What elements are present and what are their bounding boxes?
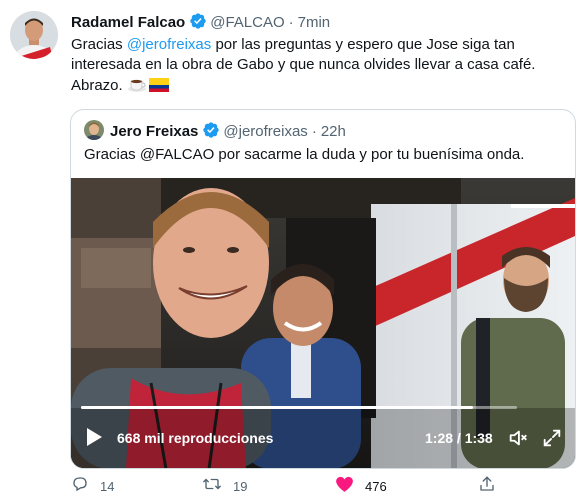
retweet-button[interactable]: 19 <box>202 474 247 498</box>
video-frame <box>71 178 575 468</box>
tweet: Radamel Falcao @FALCAO · 7min Gracias @jero… <box>0 0 584 504</box>
colombia-flag-icon <box>148 78 169 98</box>
share-icon <box>478 475 496 498</box>
quoted-text: Gracias @FALCAO por sacarme la duda y po… <box>84 146 525 163</box>
heart-filled-icon <box>335 475 354 498</box>
verified-badge-icon <box>202 121 220 144</box>
reply-button[interactable]: 14 <box>71 474 114 498</box>
quoted-tweet[interactable]: Jero Freixas @jerofreixas · 22h Gracias @FA… <box>70 109 576 469</box>
quoted-time[interactable]: 22h <box>321 123 346 140</box>
verified-badge-icon <box>189 12 207 35</box>
quoted-author-name[interactable]: Jero Freixas <box>110 123 198 140</box>
video-progress-fill <box>81 406 473 409</box>
volume-muted-icon[interactable] <box>507 427 529 449</box>
tweet-header: Radamel Falcao @FALCAO · 7min <box>71 12 330 35</box>
coffee-icon <box>127 75 147 99</box>
tweet-text-part: Gracias <box>71 36 127 53</box>
play-icon[interactable] <box>85 427 103 447</box>
separator-dot: · <box>288 14 294 31</box>
video-time: 1:28 / 1:38 <box>425 430 493 446</box>
retweet-count: 19 <box>233 478 248 494</box>
video-player[interactable]: 668 mil reproducciones 1:28 / 1:38 <box>71 178 575 468</box>
tweet-actions: 14 19 476 <box>0 474 584 498</box>
fullscreen-icon[interactable] <box>541 427 563 449</box>
author-name[interactable]: Radamel Falcao <box>71 14 185 31</box>
author-avatar[interactable] <box>10 11 58 59</box>
reply-icon <box>71 475 89 498</box>
tweet-text: Gracias @jerofreixas por las preguntas y… <box>71 35 571 99</box>
separator-dot: · <box>311 123 317 140</box>
retweet-icon <box>202 475 222 498</box>
quoted-author-avatar[interactable] <box>84 120 104 140</box>
like-button[interactable]: 476 <box>335 474 387 498</box>
like-count: 476 <box>365 478 387 494</box>
reply-count: 14 <box>100 478 115 494</box>
video-progress-bar[interactable] <box>81 406 517 409</box>
quoted-header: Jero Freixas @jerofreixas · 22h <box>110 121 346 144</box>
view-count: 668 mil reproducciones <box>117 430 274 446</box>
mention-link[interactable]: @jerofreixas <box>127 36 211 53</box>
share-button[interactable] <box>478 474 496 498</box>
tweet-time[interactable]: 7min <box>298 14 331 31</box>
quoted-author-handle[interactable]: @jerofreixas <box>223 123 307 140</box>
author-handle[interactable]: @FALCAO <box>210 14 284 31</box>
